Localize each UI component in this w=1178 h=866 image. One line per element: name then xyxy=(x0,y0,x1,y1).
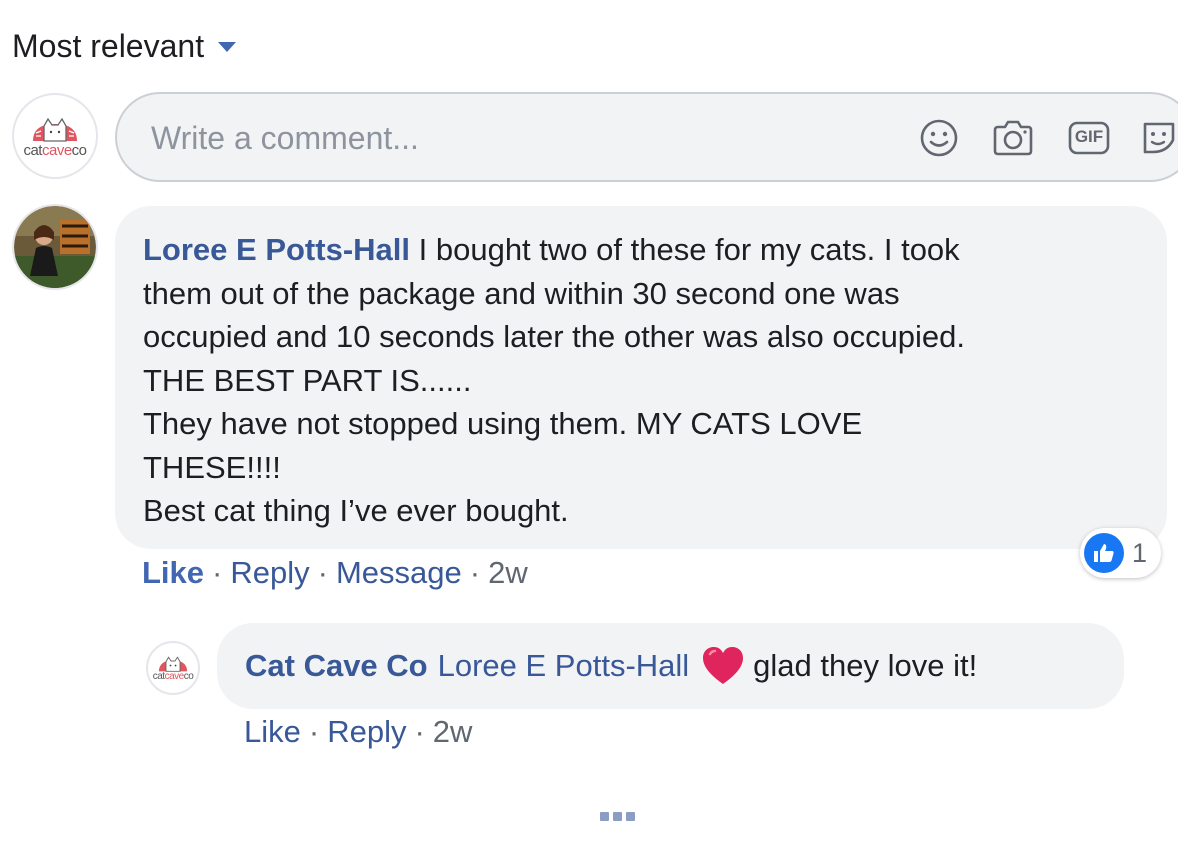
more-dots-icon[interactable] xyxy=(600,812,635,821)
reply-mention[interactable]: Loree E Potts-Hall xyxy=(438,648,690,684)
reaction-count: 1 xyxy=(1132,537,1148,568)
comment-author[interactable]: Loree E Potts-Hall xyxy=(143,232,410,267)
cat-logo-icon xyxy=(158,656,188,672)
comment-text-line: them out of the package and within 30 se… xyxy=(143,275,900,311)
chevron-down-icon xyxy=(218,42,237,52)
reply-text: glad they love it! xyxy=(753,648,978,683)
reaction-badge[interactable]: 1 xyxy=(1080,528,1162,578)
comment-text-line: occupied and 10 seconds later the other … xyxy=(143,319,966,354)
profile-photo xyxy=(14,206,96,288)
thumbs-up-icon xyxy=(1084,533,1124,573)
comment-text-line: Best cat thing I’ve ever bought. xyxy=(143,493,569,528)
comment-text-line: They have not stopped using them. MY CAT… xyxy=(143,406,863,441)
reply-timestamp[interactable]: 2w xyxy=(433,714,473,749)
reply-bubble: Cat Cave Co Loree E Potts-Hall glad they… xyxy=(217,623,1124,709)
sort-dropdown[interactable]: Most relevant xyxy=(12,24,237,68)
gif-icon[interactable]: GIF xyxy=(1067,116,1111,160)
brand-logo: catcaveco xyxy=(23,114,87,159)
sticker-icon[interactable] xyxy=(1137,116,1178,160)
comment-text-line: I bought two of these for my cats. I too… xyxy=(418,232,960,267)
logo-word-co: co xyxy=(183,671,194,682)
comment-text-line: THE BEST PART IS...... xyxy=(143,362,472,398)
page-avatar[interactable]: catcaveco xyxy=(12,93,98,179)
cat-logo-icon xyxy=(32,117,77,142)
reply-button[interactable]: Reply xyxy=(230,555,309,590)
reply-button[interactable]: Reply xyxy=(327,714,406,749)
comment-text-line: THESE!!!! xyxy=(143,449,281,485)
logo-word-cat: cat xyxy=(152,671,165,682)
like-button[interactable]: Like xyxy=(142,555,204,590)
comment-bubble: Loree E Potts-Hall I bought two of these… xyxy=(115,206,1167,549)
comment-composer[interactable]: GIF xyxy=(115,92,1178,182)
logo-word-co: co xyxy=(71,142,87,159)
logo-word-cave: cave xyxy=(41,142,72,159)
comment-input[interactable] xyxy=(149,112,853,164)
reply-actions: Like · Reply · 2w xyxy=(244,714,473,749)
comment-actions: Like · Reply · Message · 2w xyxy=(142,555,528,590)
comment-timestamp[interactable]: 2w xyxy=(488,555,528,590)
like-button[interactable]: Like xyxy=(244,714,301,749)
logo-word-cat: cat xyxy=(23,142,42,159)
emoji-icon[interactable] xyxy=(917,116,961,160)
sort-label: Most relevant xyxy=(12,27,205,64)
reply-author[interactable]: Cat Cave Co xyxy=(245,648,428,684)
brand-logo: catcaveco xyxy=(153,654,194,682)
message-button[interactable]: Message xyxy=(336,555,462,590)
camera-icon[interactable] xyxy=(991,116,1035,160)
reply-avatar[interactable]: catcaveco xyxy=(146,641,200,695)
gif-label: GIF xyxy=(1074,127,1104,146)
logo-word-cave: cave xyxy=(164,671,185,682)
heart-icon xyxy=(701,646,745,686)
commenter-avatar[interactable] xyxy=(12,204,98,290)
